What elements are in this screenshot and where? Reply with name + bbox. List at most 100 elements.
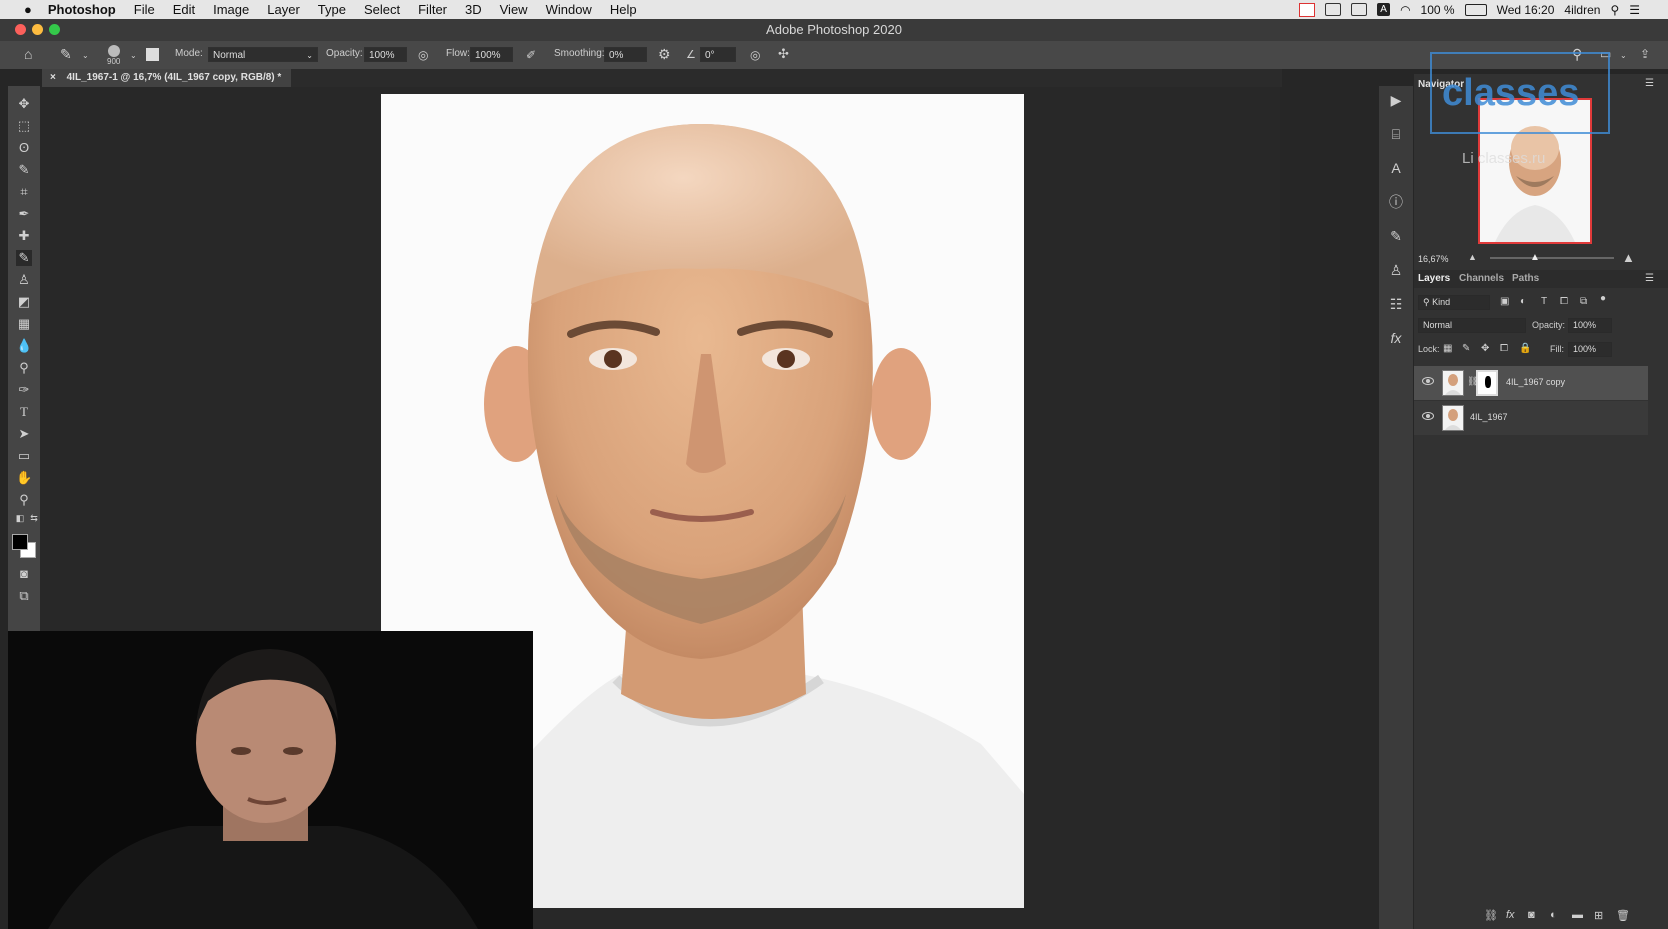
tab-channels[interactable]: Channels <box>1459 273 1504 284</box>
gear-icon[interactable]: ⚙ <box>658 47 671 61</box>
flow-field[interactable]: 100% <box>470 47 513 62</box>
foreground-color-swatch[interactable] <box>12 534 28 550</box>
chevron-down-icon[interactable]: ⌄ <box>1620 49 1627 63</box>
filter-smart-object-icon[interactable]: ⧉ <box>1580 296 1587 307</box>
actions-play-icon[interactable]: ▶ <box>1388 92 1404 108</box>
menu-layer[interactable]: Layer <box>267 2 300 17</box>
styles-fx-icon[interactable]: fx <box>1388 330 1404 346</box>
crop-tool-icon[interactable]: ⌗ <box>16 184 32 200</box>
menu-help[interactable]: Help <box>610 2 637 17</box>
opacity-field[interactable]: 100% <box>364 47 407 62</box>
clone-stamp-tool-icon[interactable]: ♙ <box>16 272 32 288</box>
navigator-zoom-slider[interactable] <box>1490 257 1614 259</box>
quick-selection-tool-icon[interactable]: ✎ <box>16 162 32 178</box>
pressure-opacity-icon[interactable]: ◎ <box>418 48 428 62</box>
spotlight-search-icon[interactable]: ⚲ <box>1610 3 1619 17</box>
chevron-down-icon[interactable]: ⌄ <box>130 49 137 63</box>
pen-tool-icon[interactable]: ✑ <box>16 382 32 398</box>
healing-brush-tool-icon[interactable]: ✚ <box>16 228 32 244</box>
input-source-icon[interactable]: A <box>1377 3 1391 16</box>
layer-row[interactable]: ⛓ 4IL_1967 copy <box>1414 366 1648 400</box>
link-layers-icon[interactable]: ⛓ <box>1484 909 1498 922</box>
screen-mode-icon[interactable]: ⧉ <box>16 588 32 604</box>
zoom-tool-icon[interactable]: ⚲ <box>16 492 32 508</box>
filter-pixel-icon[interactable]: ▣ <box>1500 296 1509 307</box>
menu-edit[interactable]: Edit <box>173 2 195 17</box>
layer-opacity-field[interactable]: 100% <box>1568 318 1612 333</box>
filter-toggle-icon[interactable]: ● <box>1600 293 1606 304</box>
lock-all-icon[interactable]: 🔒 <box>1519 343 1531 354</box>
add-style-fx-icon[interactable]: fx <box>1506 909 1515 921</box>
zoom-in-icon[interactable]: ▲ <box>1622 250 1635 265</box>
filter-adjustment-icon[interactable]: ◐ <box>1520 296 1526 307</box>
layer-thumbnail[interactable] <box>1442 370 1464 396</box>
new-layer-icon[interactable]: ⊞ <box>1594 909 1603 922</box>
move-tool-icon[interactable]: ✥ <box>16 96 32 112</box>
marquee-tool-icon[interactable]: ⬚ <box>16 118 32 134</box>
brush-settings-icon[interactable]: ✎ <box>1388 228 1404 244</box>
menu-3d[interactable]: 3D <box>465 2 482 17</box>
app-menu[interactable]: Photoshop <box>48 2 116 17</box>
menu-image[interactable]: Image <box>213 2 249 17</box>
brush-tool-icon[interactable]: ✎ <box>16 250 32 266</box>
rectangle-tool-icon[interactable]: ▭ <box>16 448 32 464</box>
apple-menu-icon[interactable]: ● <box>24 2 32 17</box>
panel-menu-icon[interactable]: ☰ <box>1645 78 1654 89</box>
close-tab-icon[interactable]: × <box>50 72 56 83</box>
blend-mode-select[interactable]: Normal <box>1418 318 1526 333</box>
status-app-icon[interactable] <box>1299 2 1316 17</box>
zoom-window-button[interactable] <box>49 24 60 35</box>
add-mask-icon[interactable]: ◙ <box>1528 909 1535 921</box>
airbrush-icon[interactable]: ✐ <box>526 48 536 62</box>
layer-row[interactable]: 4IL_1967 <box>1414 401 1648 435</box>
angle-field[interactable]: 0° <box>700 47 736 62</box>
navigator-zoom-value[interactable]: 16,67% <box>1418 254 1449 264</box>
hand-tool-icon[interactable]: ✋ <box>16 470 32 486</box>
type-tool-icon[interactable]: T <box>16 404 32 420</box>
document-tab[interactable]: × 4IL_1967-1 @ 16,7% (4IL_1967 copy, RGB… <box>42 69 292 87</box>
quick-mask-icon[interactable]: ◙ <box>16 566 32 582</box>
chevron-down-icon[interactable]: ⌄ <box>82 49 89 63</box>
delete-layer-icon[interactable]: 🗑 <box>1616 909 1630 922</box>
layer-thumbnail[interactable] <box>1442 405 1464 431</box>
brush-preview-icon[interactable] <box>108 45 120 57</box>
character-icon[interactable]: A <box>1388 160 1404 176</box>
lasso-tool-icon[interactable]: ʘ <box>16 140 32 156</box>
notification-center-icon[interactable]: ☰ <box>1629 3 1640 17</box>
info-icon[interactable]: ⓘ <box>1388 194 1404 210</box>
tab-paths[interactable]: Paths <box>1512 273 1539 284</box>
fill-field[interactable]: 100% <box>1568 342 1612 357</box>
gradient-tool-icon[interactable]: ▦ <box>16 316 32 332</box>
visibility-eye-icon[interactable] <box>1422 377 1434 385</box>
wifi-icon[interactable]: ◠ <box>1400 3 1410 17</box>
tab-layers[interactable]: Layers <box>1418 273 1450 284</box>
lock-transparent-icon[interactable]: ▦ <box>1443 343 1452 354</box>
minimize-window-button[interactable] <box>32 24 43 35</box>
brush-settings-panel-icon[interactable] <box>146 48 159 61</box>
panel-menu-icon[interactable]: ☰ <box>1645 273 1654 284</box>
eraser-tool-icon[interactable]: ◩ <box>16 294 32 310</box>
properties-icon[interactable]: ☷ <box>1388 296 1404 312</box>
angle-icon[interactable]: ∠ <box>686 48 696 62</box>
history-icon[interactable]: ⌸ <box>1388 126 1404 142</box>
menu-view[interactable]: View <box>500 2 528 17</box>
symmetry-icon[interactable]: ✣ <box>778 47 789 61</box>
close-window-button[interactable] <box>15 24 26 35</box>
menu-file[interactable]: File <box>134 2 155 17</box>
layer-mask-thumbnail[interactable] <box>1476 370 1498 396</box>
pressure-size-icon[interactable]: ◎ <box>750 48 760 62</box>
mode-select[interactable]: Normal ⌄ <box>208 47 318 62</box>
layer-name[interactable]: 4IL_1967 copy <box>1506 377 1565 387</box>
new-group-icon[interactable]: ▬ <box>1572 909 1583 921</box>
new-adjustment-layer-icon[interactable]: ◐ <box>1550 909 1557 921</box>
clock[interactable]: Wed 16:20 <box>1497 3 1555 17</box>
layer-name[interactable]: 4IL_1967 <box>1470 412 1508 422</box>
user-name[interactable]: 4ildren <box>1564 3 1600 17</box>
airplay-icon[interactable] <box>1351 3 1368 16</box>
display-icon[interactable] <box>1325 3 1342 16</box>
brush-tool-preset-icon[interactable]: ✎ <box>60 47 72 61</box>
path-selection-tool-icon[interactable]: ➤ <box>16 426 32 442</box>
lock-artboard-icon[interactable]: ⧠ <box>1500 343 1508 354</box>
visibility-eye-icon[interactable] <box>1422 412 1434 420</box>
menu-type[interactable]: Type <box>318 2 346 17</box>
